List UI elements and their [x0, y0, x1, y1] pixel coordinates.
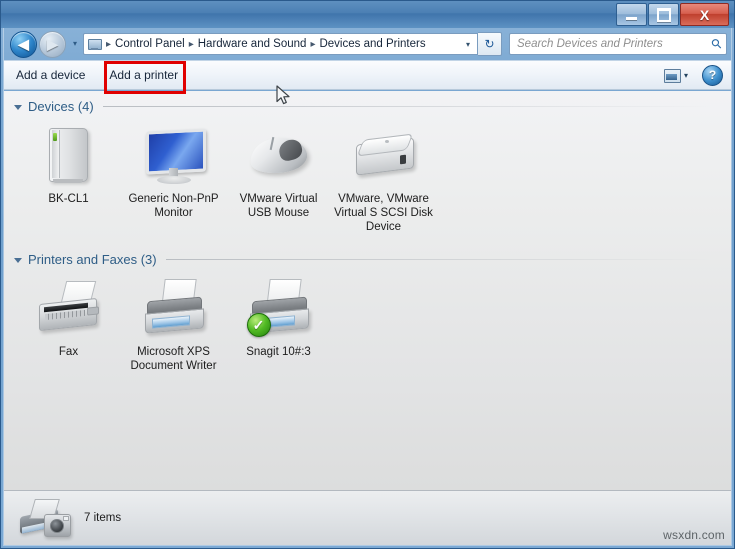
details-pane: 7 items	[4, 490, 731, 545]
printer-item-fax[interactable]: Fax	[16, 269, 121, 363]
printers-item-row: Fax Microsoft XPS Document Writer ✓ Snag…	[4, 269, 731, 377]
toolbar-right-group: ▾ ?	[663, 64, 731, 86]
device-item-generic-monitor[interactable]: Generic Non-PnP Monitor	[121, 116, 226, 224]
breadcrumb-separator: ▸	[188, 38, 194, 50]
control-panel-icon	[87, 37, 103, 52]
forward-arrow-icon: ▶	[47, 36, 58, 52]
watermark: wsxdn.com	[663, 528, 725, 542]
search-input[interactable]: Search Devices and Printers	[517, 38, 712, 50]
minimize-button[interactable]	[616, 3, 647, 26]
breadcrumb-item-hardware-and-sound[interactable]: Hardware and Sound	[195, 38, 310, 50]
breadcrumb-dropdown-icon[interactable]: ▾	[460, 40, 475, 49]
collapse-triangle-icon[interactable]	[14, 258, 22, 263]
group-title-printers-and-faxes: Printers and Faxes (3)	[28, 252, 157, 267]
search-box[interactable]: Search Devices and Printers ⚲	[509, 33, 727, 55]
printer-icon	[138, 277, 210, 341]
group-title-devices: Devices (4)	[28, 99, 94, 114]
group-divider	[102, 106, 713, 107]
printer-icon: ✓	[243, 277, 315, 341]
close-icon: X	[699, 6, 710, 23]
breadcrumb-separator: ▸	[106, 38, 112, 50]
close-button[interactable]: X	[680, 3, 729, 26]
add-a-device-button[interactable]: Add a device	[5, 63, 96, 87]
breadcrumb-item-devices-and-printers[interactable]: Devices and Printers	[316, 38, 428, 50]
breadcrumb[interactable]: ▸ Control Panel ▸ Hardware and Sound ▸ D…	[83, 33, 478, 55]
devices-and-printers-window: X ◀ ▶ ▾ ▸ Control Panel ▸ Hardware and S…	[0, 0, 735, 549]
printer-label: Fax	[58, 346, 79, 358]
devices-item-row: BK-CL1 Generic Non-PnP Monitor VMware Vi…	[4, 116, 731, 238]
device-item-vmware-scsi-disk[interactable]: VMware, VMware Virtual S SCSI Disk Devic…	[331, 116, 436, 238]
group-divider	[165, 259, 713, 260]
printer-item-snagit[interactable]: ✓ Snagit 10#:3	[226, 269, 331, 363]
default-printer-badge-icon: ✓	[246, 313, 271, 337]
device-label: VMware Virtual USB Mouse	[239, 193, 318, 219]
monitor-icon	[138, 124, 210, 188]
group-header-devices[interactable]: Devices (4)	[4, 91, 731, 116]
minimize-icon	[626, 16, 637, 20]
mouse-icon	[243, 124, 315, 188]
back-button[interactable]: ◀	[10, 30, 37, 58]
window-controls: X	[615, 3, 729, 26]
history-dropdown-button[interactable]: ▾	[70, 40, 80, 48]
device-label: VMware, VMware Virtual S SCSI Disk Devic…	[334, 193, 433, 233]
items-view: Devices (4) BK-CL1 Generic Non-PnP Monit…	[4, 91, 731, 490]
command-toolbar: Add a device Add a printer ▾ ?	[4, 60, 731, 90]
add-a-printer-button[interactable]: Add a printer	[98, 63, 189, 87]
chevron-down-icon[interactable]: ▾	[684, 71, 688, 80]
group-header-printers-and-faxes[interactable]: Printers and Faxes (3)	[4, 238, 731, 269]
help-button[interactable]: ?	[702, 64, 723, 86]
back-arrow-icon: ◀	[18, 36, 29, 52]
device-label: BK-CL1	[48, 193, 89, 205]
refresh-icon: ↻	[484, 37, 495, 51]
maximize-icon	[656, 7, 671, 22]
printer-item-microsoft-xps-document-writer[interactable]: Microsoft XPS Document Writer	[121, 269, 226, 377]
item-count-status: 7 items	[84, 512, 122, 524]
printer-label: Snagit 10#:3	[246, 346, 311, 358]
view-options-icon[interactable]	[663, 68, 681, 83]
breadcrumb-item-control-panel[interactable]: Control Panel	[112, 38, 188, 50]
breadcrumb-separator: ▸	[310, 38, 316, 50]
title-bar: X	[1, 1, 734, 28]
search-icon: ⚲	[708, 34, 726, 53]
address-bar-row: ◀ ▶ ▾ ▸ Control Panel ▸ Hardware and Sou…	[4, 29, 731, 59]
device-item-bk-cl1[interactable]: BK-CL1	[16, 116, 121, 210]
fax-icon	[33, 277, 105, 341]
printer-camera-icon	[18, 497, 74, 539]
device-item-vmware-usb-mouse[interactable]: VMware Virtual USB Mouse	[226, 116, 331, 224]
refresh-button[interactable]: ↻	[478, 32, 502, 56]
maximize-button[interactable]	[648, 3, 679, 26]
computer-tower-icon	[33, 124, 105, 188]
collapse-triangle-icon[interactable]	[14, 105, 22, 110]
forward-button[interactable]: ▶	[39, 30, 66, 58]
printer-label: Microsoft XPS Document Writer	[130, 346, 217, 372]
device-label: Generic Non-PnP Monitor	[128, 193, 219, 219]
disk-drive-icon	[348, 124, 420, 188]
